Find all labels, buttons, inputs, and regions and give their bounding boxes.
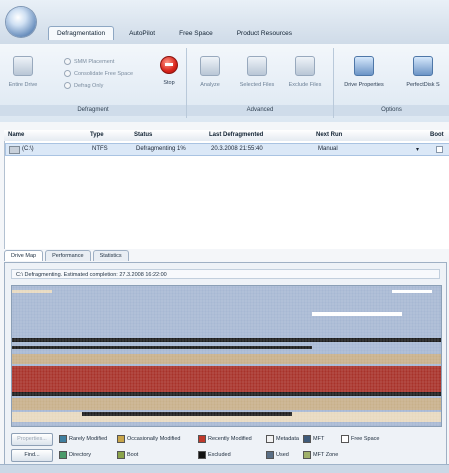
drive-type: NTFS [92, 146, 108, 152]
drive-icon [9, 146, 20, 154]
tab-performance[interactable]: Performance [45, 250, 91, 261]
tab-free-space[interactable]: Free Space [170, 26, 222, 40]
legend: Properties... Find... Rarely Modified Oc… [11, 431, 440, 465]
legend-item: Metadata [266, 435, 299, 443]
swatch-icon [303, 451, 311, 459]
ribbon-group-label: Advanced [187, 105, 333, 116]
defrag-status-text: C:\ Defragmenting. Estimated completion:… [11, 269, 440, 279]
swatch-icon [341, 435, 349, 443]
legend-item: Directory [59, 451, 91, 459]
drive-cluster-map[interactable] [11, 285, 442, 427]
swatch-icon [266, 435, 274, 443]
legend-item: Recently Modified [198, 435, 252, 443]
properties-button[interactable]: Properties... [11, 433, 53, 446]
next-run-select[interactable]: Manual [318, 146, 338, 152]
cluster-block [12, 354, 441, 364]
main-content: Name Type Status Last Defragmented Next … [0, 122, 449, 473]
analyze-icon [200, 56, 220, 76]
swatch-icon [303, 435, 311, 443]
app-menu-button[interactable] [6, 7, 36, 37]
drive-last-defragmented: 20.3.2008 21:55:40 [211, 146, 263, 152]
perfectdisk-button[interactable]: PerfectDisk S [398, 56, 448, 88]
ribbon-group-options: Drive Properties PerfectDisk S Options [334, 48, 449, 118]
smm-placement-option[interactable]: SMM Placement [64, 58, 114, 65]
find-button[interactable]: Find... [11, 449, 53, 462]
drive-name: (C:\) [22, 146, 34, 152]
swatch-icon [198, 451, 206, 459]
exclude-file-icon [295, 56, 315, 76]
boot-checkbox[interactable] [436, 146, 443, 153]
legend-item: Boot [117, 451, 138, 459]
radio-icon [64, 82, 71, 89]
swatch-icon [59, 451, 67, 459]
entire-drive-button[interactable]: Entire Drive [6, 56, 40, 88]
title-bar: Defragmentation AutoPilot Free Space Pro… [0, 0, 449, 45]
exclude-files-button[interactable]: Exclude Files [285, 56, 325, 88]
column-status[interactable]: Status [134, 132, 152, 138]
ribbon-group-defragment: Entire Drive SMM Placement Consolidate F… [0, 48, 187, 118]
legend-item: MFT [303, 435, 324, 443]
cluster-block [82, 412, 292, 416]
swatch-icon [266, 451, 274, 459]
consolidate-free-space-option[interactable]: Consolidate Free Space [64, 70, 133, 77]
swatch-icon [198, 435, 206, 443]
drive-properties-icon [354, 56, 374, 76]
legend-item: MFT Zone [303, 451, 338, 459]
ribbon-tabs: Defragmentation AutoPilot Free Space Pro… [48, 26, 301, 40]
stop-button[interactable]: Stop [158, 56, 180, 86]
tab-drive-map[interactable]: Drive Map [4, 250, 44, 261]
table-row[interactable]: (C:\) NTFS Defragmenting 1% 20.3.2008 21… [5, 143, 449, 156]
status-bar [0, 464, 449, 473]
defrag-only-option[interactable]: Defrag Only [64, 82, 103, 89]
tab-autopilot[interactable]: AutoPilot [120, 26, 164, 40]
cluster-block [12, 398, 441, 410]
radio-icon [64, 70, 71, 77]
column-name[interactable]: Name [8, 132, 24, 138]
drive-status: Defragmenting 1% [136, 146, 186, 152]
swatch-icon [117, 451, 125, 459]
column-boot[interactable]: Boot [430, 132, 444, 138]
swatch-icon [59, 435, 67, 443]
selected-files-button[interactable]: Selected Files [237, 56, 277, 88]
stop-icon [160, 56, 178, 74]
hard-drive-icon [13, 56, 33, 76]
chevron-down-icon[interactable]: ▾ [416, 146, 419, 153]
ribbon-group-label: Options [334, 105, 449, 116]
analyze-button[interactable]: Analyze [193, 56, 227, 88]
drive-properties-button[interactable]: Drive Properties [340, 56, 388, 88]
swatch-icon [117, 435, 125, 443]
drive-list: (C:\) NTFS Defragmenting 1% 20.3.2008 21… [4, 141, 449, 249]
ribbon-group-label: Defragment [0, 105, 186, 116]
perfectdisk-icon [413, 56, 433, 76]
legend-item: Used [266, 451, 289, 459]
drive-map-tabs: Drive Map Performance Statistics [4, 250, 129, 261]
column-type[interactable]: Type [90, 132, 104, 138]
ribbon-group-advanced: Analyze Selected Files Exclude Files Adv… [187, 48, 334, 118]
legend-item: Free Space [341, 435, 379, 443]
column-next-run[interactable]: Next Run [316, 132, 342, 138]
radio-icon [64, 58, 71, 65]
checkmark-file-icon [247, 56, 267, 76]
legend-item: Occasionally Modified [117, 435, 181, 443]
legend-item: Rarely Modified [59, 435, 107, 443]
column-last-defragmented[interactable]: Last Defragmented [209, 132, 263, 138]
legend-item: Excluded [198, 451, 231, 459]
tab-product-resources[interactable]: Product Resources [228, 26, 301, 40]
ribbon: Entire Drive SMM Placement Consolidate F… [0, 44, 449, 123]
tab-statistics[interactable]: Statistics [92, 250, 129, 261]
drive-map-panel: C:\ Defragmenting. Estimated completion:… [4, 262, 447, 472]
tab-defragmentation[interactable]: Defragmentation [48, 26, 115, 40]
